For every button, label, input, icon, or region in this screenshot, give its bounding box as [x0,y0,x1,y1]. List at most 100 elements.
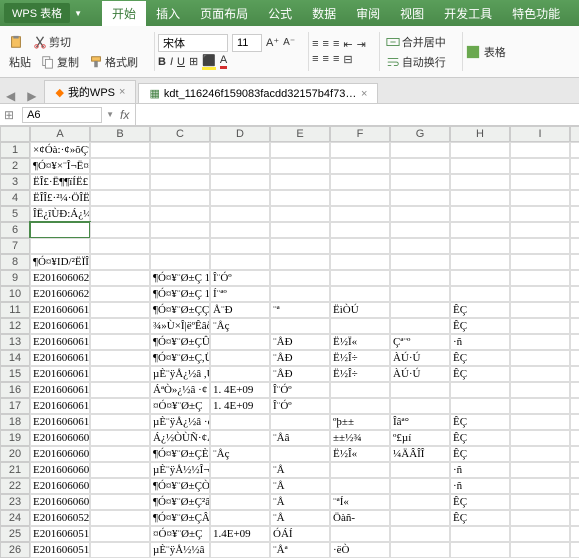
cell[interactable]: ¤Ó¤¥¨Ø±Ç [150,398,210,414]
cell[interactable] [510,526,570,542]
cell[interactable] [90,542,150,558]
cell[interactable] [510,494,570,510]
column-header[interactable]: E [270,126,330,142]
cell[interactable] [90,158,150,174]
cell[interactable]: E20160605195955076 [30,526,90,542]
cell[interactable]: Í¨ªº [210,286,270,302]
row-header[interactable]: 22 [0,478,30,494]
align-mid-button[interactable]: ≡ [323,38,329,50]
cell[interactable] [210,366,270,382]
cell[interactable]: ¨ÅÐ [270,334,330,350]
cell[interactable] [210,222,270,238]
row-header[interactable]: 3 [0,174,30,190]
cell[interactable]: ÊÇ [450,446,510,462]
cell[interactable] [510,318,570,334]
tab-start[interactable]: 开始 [102,1,146,26]
cell[interactable] [90,446,150,462]
cell[interactable]: ºþ±± [330,414,390,430]
cell[interactable] [390,222,450,238]
cell[interactable] [510,254,570,270]
cell[interactable]: ÊÇ [450,302,510,318]
cell[interactable] [90,510,150,526]
cell[interactable] [90,206,150,222]
cell[interactable] [390,318,450,334]
cell[interactable] [330,398,390,414]
cell[interactable]: ÊÇ [450,494,510,510]
cell[interactable]: ·ñ [450,334,510,350]
cell[interactable] [150,254,210,270]
formula-input[interactable] [135,104,579,125]
row-header[interactable]: 21 [0,462,30,478]
cell[interactable]: µÈ¨ÿÅ½½â [150,542,210,558]
spreadsheet-grid[interactable]: ABCDEFGHIJ1×¢Óà:·¢»õÇ°£¬ÇëÏ×ÐÍ,°Ë¶ÓÍ¶Ó¤¥… [0,126,579,558]
cell[interactable] [390,190,450,206]
cell[interactable] [510,510,570,526]
dropdown-icon[interactable]: ▼ [106,110,114,119]
cell[interactable]: ÓÁÍ [270,526,330,542]
cell[interactable]: E20160605211343066 [30,510,90,526]
cell[interactable] [150,238,210,254]
cell[interactable]: Ë½Î÷ [330,350,390,366]
cell[interactable]: 0.01 [570,270,579,286]
column-header[interactable]: F [330,126,390,142]
cell[interactable] [390,462,450,478]
select-all-corner[interactable] [0,126,30,142]
cell[interactable]: ¶Ó¤¥¨Ø±Ç 1.17E+09 [150,286,210,302]
cell[interactable] [510,542,570,558]
row-header[interactable]: 11 [0,302,30,318]
toolbar-icon[interactable]: ⊞ [0,108,18,122]
row-header[interactable]: 7 [0,238,30,254]
cell[interactable]: E20160606095143083 [30,430,90,446]
cell[interactable]: ¾»Ù×Î|ëºÊâð«Èà [150,318,210,334]
column-header[interactable]: H [450,126,510,142]
column-header[interactable]: D [210,126,270,142]
cell[interactable]: 0.01 [570,510,579,526]
tab-view[interactable]: 视图 [390,1,434,26]
indent-dec-button[interactable]: ⇤ [343,38,352,51]
cell[interactable]: Å¨Ð [210,302,270,318]
cell[interactable]: E20160605134146018 [30,542,90,558]
cell[interactable] [270,446,330,462]
cell[interactable] [510,478,570,494]
cell[interactable] [270,254,330,270]
cell[interactable] [90,526,150,542]
row-header[interactable]: 9 [0,270,30,286]
tab-insert[interactable]: 插入 [146,1,190,26]
cell[interactable]: E20160606094952067 [30,446,90,462]
row-header[interactable]: 19 [0,430,30,446]
cell[interactable] [90,430,150,446]
cell[interactable]: µÈ¨ÿÅ¿½â ·ç½ÌÐ¤ µÁ¾ [150,414,210,430]
cell[interactable] [30,222,90,238]
cell[interactable] [570,206,579,222]
cell[interactable] [510,334,570,350]
cell[interactable]: ¨Å [270,510,330,526]
cell[interactable] [330,254,390,270]
cell[interactable] [150,158,210,174]
row-header[interactable]: 2 [0,158,30,174]
cell[interactable]: ¶Ó¤¥¨Ø±ÇÒïÑÐ×Ô [150,478,210,494]
cell[interactable] [210,142,270,158]
close-icon[interactable]: × [361,88,367,100]
cell[interactable]: ¶Ó¤¥¨Ø±Ç,ÜÑÎ ¶Ó¤¥¨ [150,350,210,366]
cell[interactable]: 2303 [570,446,579,462]
cell[interactable]: Îâª° [390,414,450,430]
cell[interactable]: Ë½Î« [330,446,390,462]
cell[interactable]: ·ñ [450,462,510,478]
cell[interactable] [210,190,270,206]
cell[interactable] [210,174,270,190]
cell[interactable] [270,222,330,238]
cut-button[interactable]: 剪切 [30,33,74,51]
cell[interactable]: ¨Åç [210,318,270,334]
cell[interactable]: 0.01 [570,478,579,494]
column-header[interactable]: I [510,126,570,142]
cell[interactable] [510,286,570,302]
cell[interactable] [90,286,150,302]
cell[interactable] [570,142,579,158]
cell[interactable] [510,158,570,174]
cell[interactable] [390,494,450,510]
row-header[interactable]: 14 [0,350,30,366]
cell[interactable]: ¨ÅÐ [270,366,330,382]
cell[interactable] [450,174,510,190]
cell[interactable] [450,270,510,286]
row-header[interactable]: 26 [0,542,30,558]
